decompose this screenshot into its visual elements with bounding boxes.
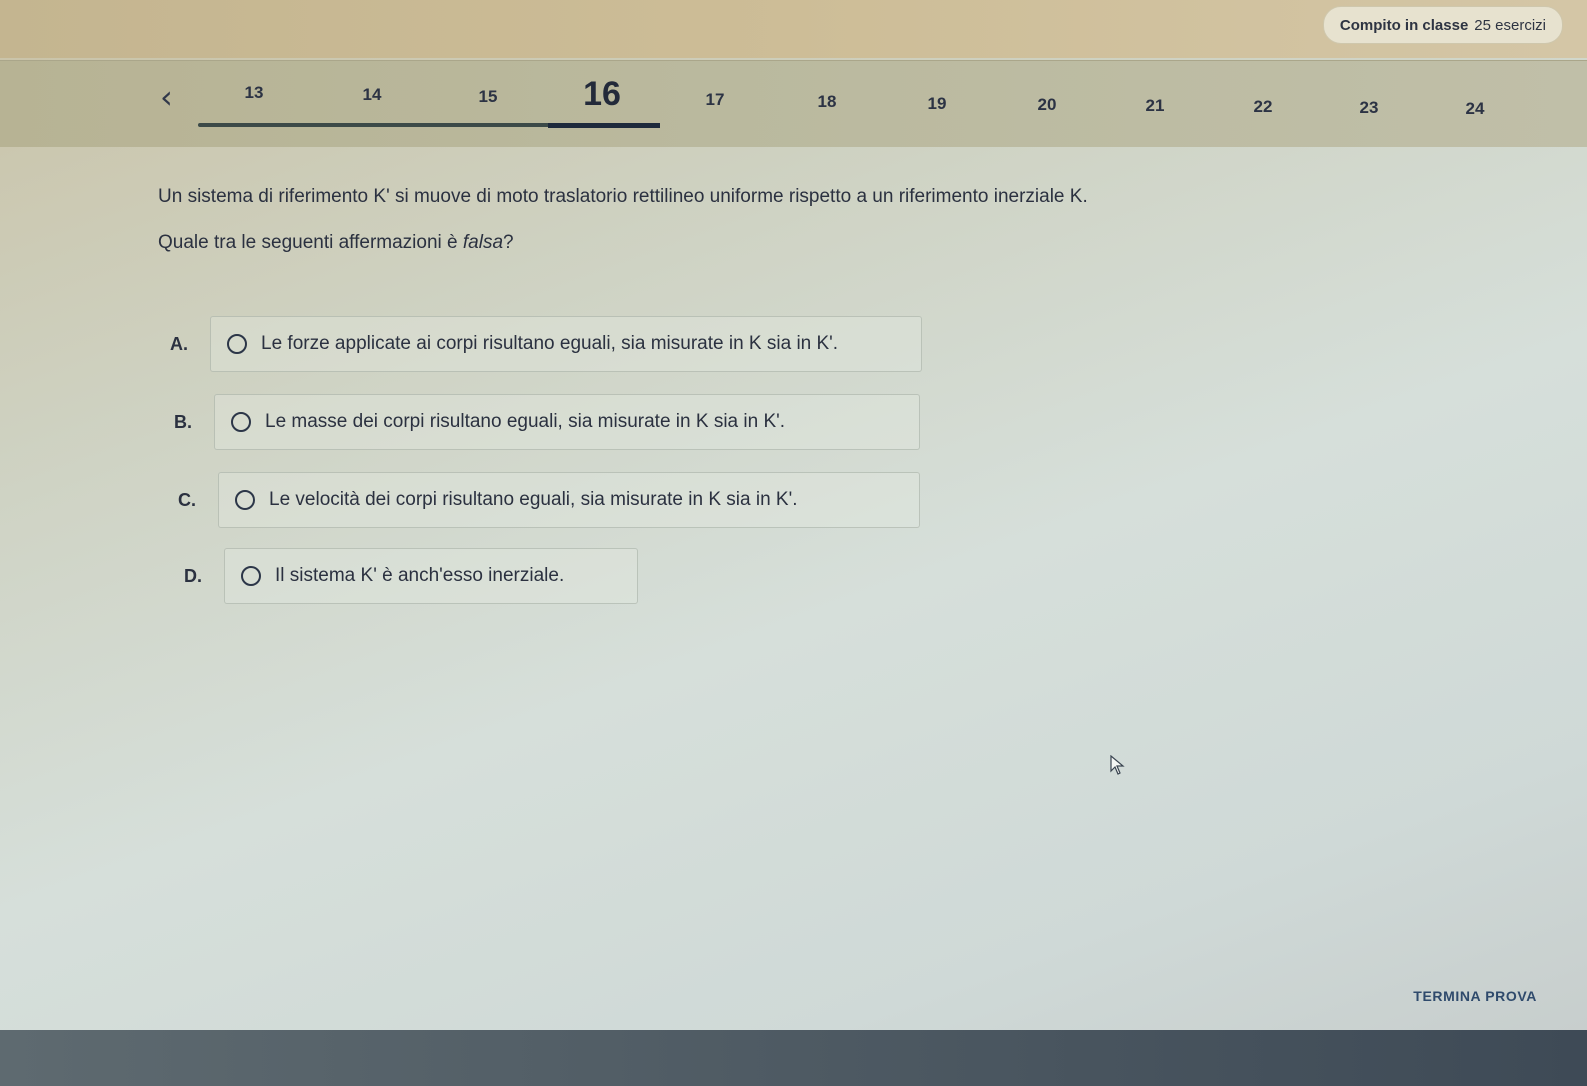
question-prompt-end: ? <box>503 232 514 253</box>
nav-item-13[interactable]: 13 <box>224 83 284 103</box>
radio-icon[interactable] <box>241 566 261 586</box>
radio-icon[interactable] <box>235 490 255 510</box>
option-letter: A. <box>170 333 188 354</box>
option-d: D. Il sistema K' è anch'esso inerziale. <box>184 548 638 604</box>
chevron-left-icon[interactable]: ‹ <box>160 77 190 117</box>
question-prompt-emphasis: falsa <box>462 232 504 253</box>
mouse-pointer-icon <box>1110 755 1125 775</box>
nav-item-15[interactable]: 15 <box>458 87 518 107</box>
option-text: Il sistema K' è anch'esso inerziale. <box>275 565 565 586</box>
question-text: Un sistema di riferimento K' si muove di… <box>158 186 1088 207</box>
nav-item-19[interactable]: 19 <box>907 94 967 114</box>
nav-item-20[interactable]: 20 <box>1017 95 1077 115</box>
nav-item-22[interactable]: 22 <box>1233 97 1293 117</box>
assignment-badge: Compito in classe 25 esercizi <box>1322 6 1563 44</box>
option-c-choice[interactable]: Le velocità dei corpi risultano eguali, … <box>218 472 920 528</box>
nav-item-18[interactable]: 18 <box>797 92 857 112</box>
exercise-count: 25 esercizi <box>1474 16 1546 34</box>
option-letter: D. <box>184 565 202 586</box>
nav-item-14[interactable]: 14 <box>342 85 402 105</box>
nav-item-23[interactable]: 23 <box>1339 98 1399 118</box>
option-text: Le masse dei corpi risultano eguali, sia… <box>265 411 786 432</box>
question-navigator: ‹ 13 14 15 16 17 18 19 20 21 22 23 24 <box>0 60 1587 147</box>
option-b: B. Le masse dei corpi risultano eguali, … <box>174 394 920 450</box>
radio-icon[interactable] <box>231 412 251 432</box>
option-a: A. Le forze applicate ai corpi risultano… <box>170 316 922 372</box>
option-b-choice[interactable]: Le masse dei corpi risultano eguali, sia… <box>214 394 920 450</box>
question-prompt-main: Quale tra le seguenti affermazioni è <box>158 232 463 253</box>
top-header: Compito in classe 25 esercizi <box>0 0 1587 58</box>
finish-test-button[interactable]: TERMINA PROVA <box>1413 988 1537 1004</box>
option-letter: C. <box>178 489 196 510</box>
option-letter: B. <box>174 411 192 432</box>
assignment-title: Compito in classe <box>1339 16 1469 34</box>
option-text: Le velocità dei corpi risultano eguali, … <box>269 489 798 510</box>
option-d-choice[interactable]: Il sistema K' è anch'esso inerziale. <box>224 548 638 604</box>
nav-item-21[interactable]: 21 <box>1125 96 1185 116</box>
radio-icon[interactable] <box>227 334 247 354</box>
option-c: C. Le velocità dei corpi risultano egual… <box>178 472 920 528</box>
nav-item-17[interactable]: 17 <box>685 90 745 110</box>
question-prompt: Quale tra le seguenti affermazioni è fal… <box>158 232 1088 254</box>
option-a-choice[interactable]: Le forze applicate ai corpi risultano eg… <box>210 316 922 372</box>
option-text: Le forze applicate ai corpi risultano eg… <box>261 333 839 354</box>
current-indicator <box>548 123 660 128</box>
nav-item-16-current[interactable]: 16 <box>572 75 632 114</box>
nav-item-24[interactable]: 24 <box>1445 99 1505 119</box>
bottom-bar <box>0 1030 1587 1086</box>
question-block: Un sistema di riferimento K' si muove di… <box>158 186 1088 254</box>
